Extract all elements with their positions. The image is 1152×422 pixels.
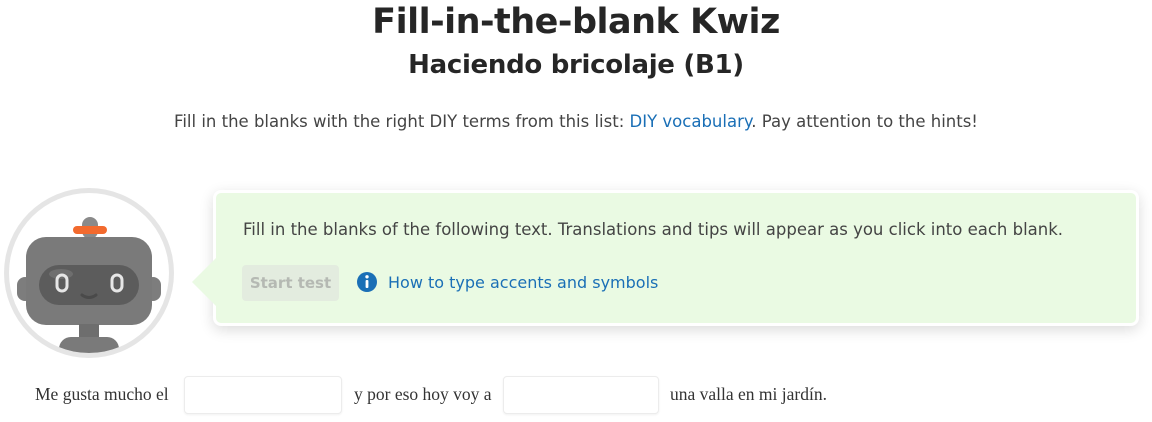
intro-before: Fill in the blanks with the right DIY te…	[174, 112, 630, 131]
robot-avatar	[4, 188, 174, 358]
info-icon	[357, 272, 377, 292]
sentence-segment-1: Me gusta mucho el	[35, 384, 169, 404]
intro-text: Fill in the blanks with the right DIY te…	[0, 112, 1152, 131]
start-test-button[interactable]: Start test	[242, 265, 339, 301]
diy-vocabulary-link[interactable]: DIY vocabulary	[630, 112, 752, 131]
sentence-segment-3: una valla en mi jardín.	[670, 384, 827, 404]
page-title: Fill-in-the-blank Kwiz	[372, 2, 780, 42]
accents-help-link[interactable]: How to type accents and symbols	[388, 273, 658, 292]
sentence-segment-2: y por eso hoy voy a	[354, 384, 492, 404]
bubble-pointer-inner	[192, 256, 218, 308]
robot-icon	[17, 217, 161, 353]
intro-after: . Pay attention to the hints!	[751, 112, 978, 131]
page-subtitle: Haciendo bricolaje (B1)	[408, 50, 744, 80]
blank-input-1[interactable]	[184, 376, 342, 414]
instructions-text: Fill in the blanks of the following text…	[243, 220, 1064, 239]
instructions-bubble: Fill in the blanks of the following text…	[213, 190, 1139, 326]
blank-input-2[interactable]	[503, 376, 659, 414]
